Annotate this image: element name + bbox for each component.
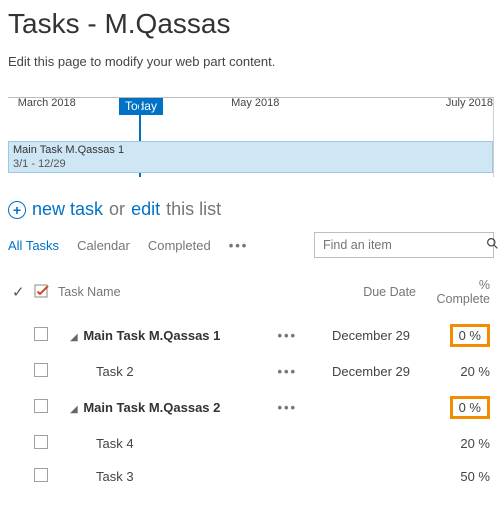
pct-complete-cell: 0 % <box>450 324 490 347</box>
pct-complete-cell: 0 % <box>450 396 490 419</box>
collapse-caret-icon[interactable]: ◢ <box>70 404 78 415</box>
row-actions-icon[interactable]: ••• <box>277 400 297 415</box>
row-checkbox[interactable] <box>34 399 48 413</box>
row-checkbox[interactable] <box>34 327 48 341</box>
table-row: ◢ Main Task M.Qassas 1 ••• December 29 0 % <box>8 316 494 355</box>
search-input[interactable] <box>321 237 486 253</box>
row-actions-icon[interactable]: ••• <box>277 364 297 379</box>
timeline-bar-title: Main Task M.Qassas 1 <box>13 144 488 158</box>
table-row: Task 4 20 % <box>8 427 494 460</box>
table-row: Task 3 50 % <box>8 460 494 493</box>
timeline-tick-label: March 2018 <box>18 97 76 109</box>
due-date-cell: December 29 <box>301 316 420 355</box>
task-name-cell[interactable]: Main Task M.Qassas 2 <box>83 400 220 415</box>
search-icon[interactable] <box>486 237 499 253</box>
due-date-cell <box>301 388 420 427</box>
due-date-cell <box>301 460 420 493</box>
task-table: ✓ Task Name Due Date % Complete ◢ Main T… <box>8 272 494 493</box>
due-date-cell: December 29 <box>301 355 420 388</box>
pct-complete-cell: 20 % <box>460 436 490 451</box>
task-name-cell[interactable]: Task 2 <box>96 364 134 379</box>
select-all-check-icon[interactable]: ✓ <box>12 284 25 301</box>
row-checkbox[interactable] <box>34 468 48 482</box>
today-marker-badge: Today <box>119 97 163 115</box>
edit-hint-text: Edit this page to modify your web part c… <box>8 54 494 69</box>
page-title: Tasks - M.Qassas <box>8 8 494 40</box>
new-task-link[interactable]: new task <box>32 199 103 220</box>
timeline-bar[interactable]: Main Task M.Qassas 1 3/1 - 12/29 <box>8 141 493 173</box>
due-date-cell <box>301 427 420 460</box>
task-name-cell[interactable]: Main Task M.Qassas 1 <box>83 328 220 343</box>
view-tab[interactable]: Calendar <box>77 238 130 253</box>
task-status-column-icon[interactable] <box>34 284 50 300</box>
view-tab[interactable]: All Tasks <box>8 238 59 253</box>
col-pct-complete[interactable]: % Complete <box>420 272 494 316</box>
views-more-icon[interactable]: ••• <box>229 238 249 253</box>
plus-circle-icon[interactable]: + <box>8 201 26 219</box>
row-checkbox[interactable] <box>34 363 48 377</box>
edit-list-link[interactable]: edit <box>131 199 160 220</box>
view-tab[interactable]: Completed <box>148 238 211 253</box>
pct-complete-cell: 50 % <box>460 469 490 484</box>
row-checkbox[interactable] <box>34 435 48 449</box>
table-row: Task 2 ••• December 29 20 % <box>8 355 494 388</box>
toolbar-thislist-text: this list <box>166 199 221 220</box>
timeline-bar-range: 3/1 - 12/29 <box>13 158 488 172</box>
timeline-tick-label: July 2018 <box>446 97 493 109</box>
timeline-axis: July 2018May 2018March 2018 <box>8 97 493 98</box>
pct-complete-cell: 20 % <box>460 364 490 379</box>
search-box[interactable] <box>314 232 494 258</box>
col-due-date[interactable]: Due Date <box>301 272 420 316</box>
task-name-cell[interactable]: Task 3 <box>96 469 134 484</box>
views-row: All Tasks Calendar Completed ••• <box>8 232 494 258</box>
collapse-caret-icon[interactable]: ◢ <box>70 332 78 343</box>
list-toolbar: + new task or edit this list <box>8 199 494 220</box>
row-actions-icon[interactable]: ••• <box>277 328 297 343</box>
col-task-name[interactable]: Task Name <box>54 272 273 316</box>
timeline: Today July 2018May 2018March 2018 Main T… <box>8 97 494 177</box>
toolbar-or-text: or <box>109 199 125 220</box>
task-name-cell[interactable]: Task 4 <box>96 436 134 451</box>
table-row: ◢ Main Task M.Qassas 2 ••• 0 % <box>8 388 494 427</box>
timeline-tick-label: May 2018 <box>231 97 279 109</box>
